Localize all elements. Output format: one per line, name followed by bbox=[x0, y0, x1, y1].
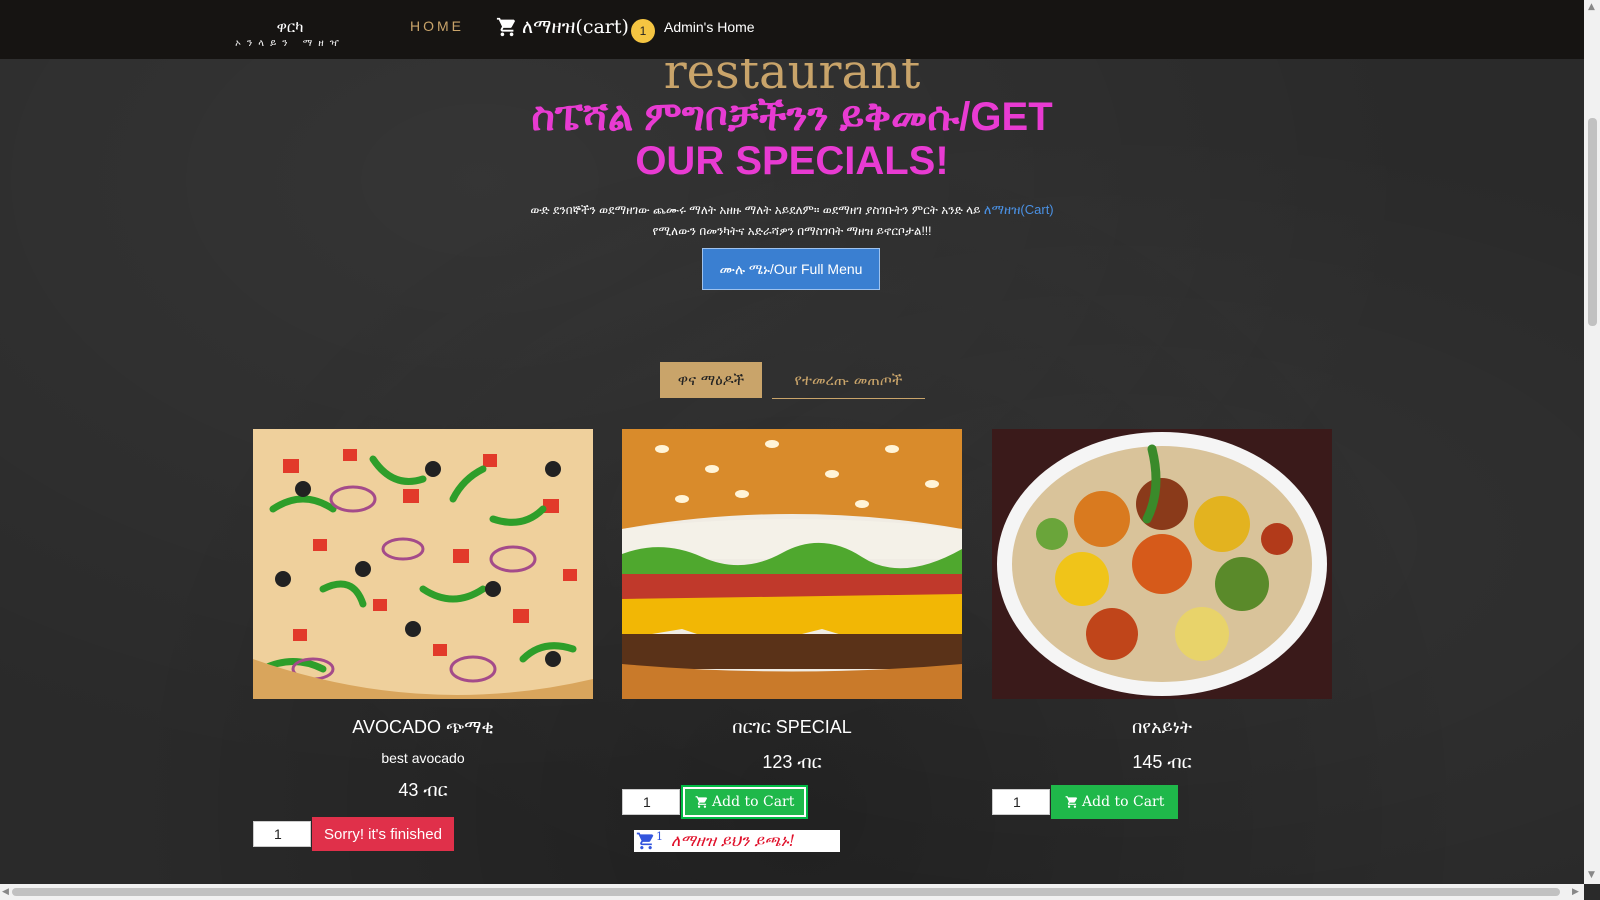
hero-title: ስፔሻል ምግቦቻችንን ይቅመሱ/GET OUR SPECIALS! bbox=[531, 95, 1053, 183]
scroll-up-icon[interactable]: ▲ bbox=[1588, 2, 1595, 12]
cart-icon bbox=[636, 832, 654, 850]
product-name: በርገር SPECIAL bbox=[732, 717, 852, 737]
product-image-burger bbox=[622, 429, 962, 699]
brand-logo[interactable]: ዋርካ ኦንላይን ማዘዣ bbox=[230, 18, 350, 49]
product-description: best avocado bbox=[381, 750, 465, 766]
horizontal-scrollbar[interactable]: ◀ ▶ bbox=[0, 884, 1584, 900]
brand-tagline: ኦንላይን ማዘዣ bbox=[235, 38, 345, 49]
add-to-cart-button[interactable]: Add to Cart bbox=[681, 785, 809, 819]
added-message-text: ለማዘዝ ይህን ይጫኑ! bbox=[671, 831, 796, 850]
tab-main-dishes[interactable]: ዋና ማዕዶች bbox=[660, 362, 762, 398]
product-image-beyaynetu bbox=[992, 429, 1332, 699]
product-image-pizza bbox=[253, 429, 593, 699]
nav-home-link[interactable]: HOME bbox=[410, 18, 464, 34]
go-to-cart-message[interactable]: 1 ለማዘዝ ይህን ይጫኑ! bbox=[634, 830, 840, 852]
cart-icon bbox=[496, 17, 516, 37]
quantity-input[interactable] bbox=[622, 789, 680, 815]
nav-cart-link[interactable]: ለማዘዝ(cart) bbox=[496, 16, 629, 38]
vertical-scroll-thumb[interactable] bbox=[1588, 118, 1597, 326]
product-card-avocado: AVOCADO ጭማቂ best avocado 43 ብር Sorry! it… bbox=[253, 429, 593, 851]
navbar: ዋርካ ኦንላይን ማዘዣ HOME ለማዘዝ(cart) 1 Admin's … bbox=[0, 0, 1584, 59]
product-card-burger: በርገር SPECIAL 123 ብር Add to Cart bbox=[622, 429, 962, 819]
cart-icon bbox=[695, 796, 708, 808]
product-price: 43 ብር bbox=[398, 780, 448, 800]
hero-desc-text: ውድ ደንበኞችን ወደማዘገው ጨሙሩ ማለት አዘዙ ማለት አይደለም። … bbox=[530, 203, 981, 217]
scroll-down-icon[interactable]: ▼ bbox=[1588, 870, 1595, 880]
product-price: 123 ብር bbox=[762, 752, 822, 772]
scroll-left-icon[interactable]: ◀ bbox=[2, 887, 9, 897]
hero-description: ውድ ደንበኞችን ወደማዘገው ጨሙሩ ማለት አዘዙ ማለት አይደለም። … bbox=[460, 199, 1124, 242]
quantity-input[interactable] bbox=[992, 789, 1050, 815]
scroll-right-icon[interactable]: ▶ bbox=[1572, 887, 1579, 897]
cart-count-badge: 1 bbox=[631, 19, 655, 43]
added-count: 1 bbox=[656, 829, 663, 843]
product-name: በየአይነት bbox=[1131, 717, 1192, 737]
horizontal-scroll-thumb[interactable] bbox=[12, 888, 1560, 896]
add-to-cart-button[interactable]: Add to Cart bbox=[1051, 785, 1179, 819]
product-card-beyaynetu: በየአይነት 145 ብር Add to Cart bbox=[992, 429, 1332, 819]
add-to-cart-label: Add to Cart bbox=[1082, 794, 1165, 810]
full-menu-button[interactable]: ሙሉ ሜኑ/Our Full Menu bbox=[702, 248, 880, 290]
tab-drinks[interactable]: የተመረጡ መጠጦች bbox=[772, 362, 925, 399]
brand-name: ዋርካ bbox=[276, 18, 304, 36]
add-to-cart-label: Add to Cart bbox=[712, 794, 795, 810]
nav-cart-label: ለማዘዝ(cart) bbox=[522, 16, 629, 38]
hero-desc-text-2: የሚለውን በመንካትና አድራሻዎን በማስገባት ማዘዝ ይኖርቦታል!!! bbox=[652, 224, 932, 238]
nav-admin-link[interactable]: Admin's Home bbox=[664, 19, 755, 35]
cart-icon bbox=[1065, 796, 1078, 808]
product-name: AVOCADO ጭማቂ bbox=[352, 717, 494, 737]
sold-out-button[interactable]: Sorry! it's finished bbox=[312, 817, 454, 851]
vertical-scrollbar[interactable]: ▲ ▼ bbox=[1584, 0, 1600, 884]
product-price: 145 ብር bbox=[1132, 752, 1192, 772]
quantity-input[interactable] bbox=[253, 821, 311, 847]
hero-cart-link[interactable]: ለማዘዝ(Cart) bbox=[984, 202, 1054, 217]
